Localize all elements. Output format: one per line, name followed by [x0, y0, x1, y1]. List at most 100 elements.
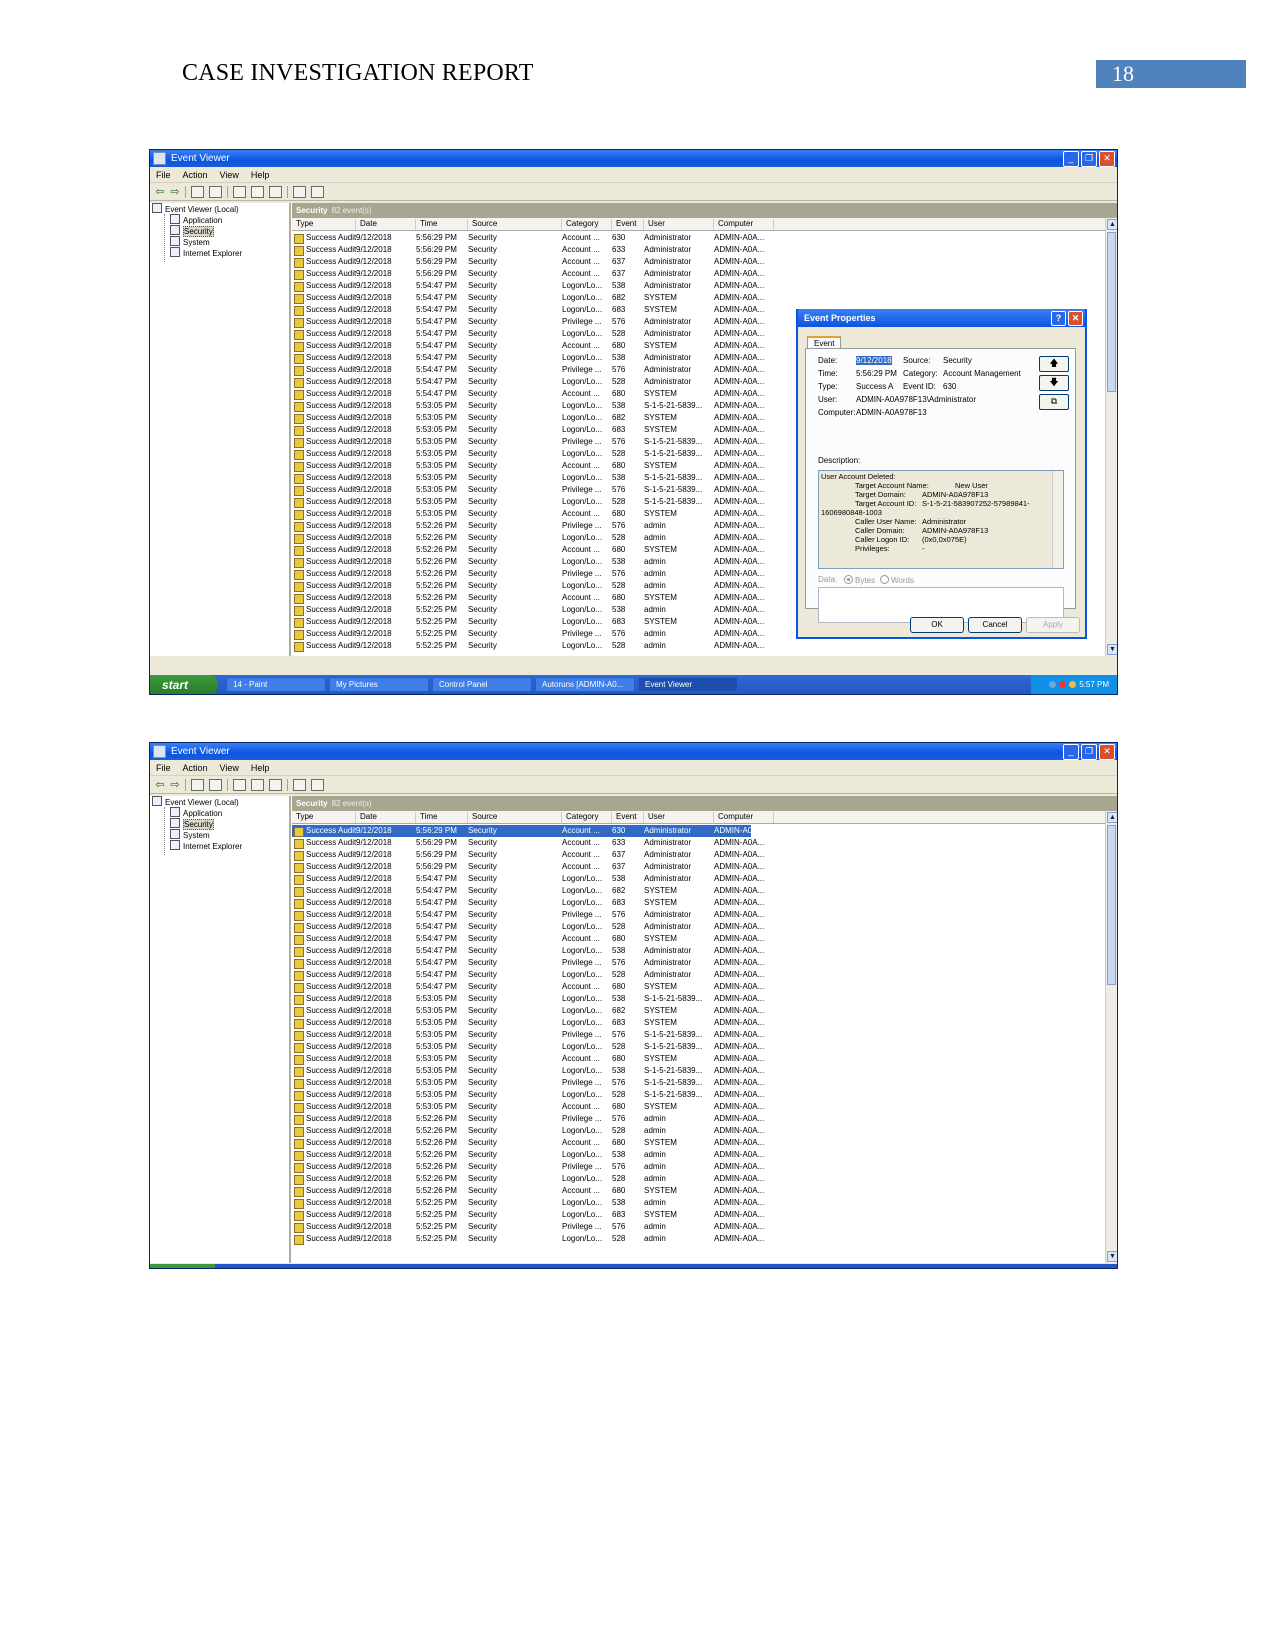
dialog-close-button[interactable]: ✕ [1068, 311, 1083, 326]
col-category[interactable]: Category [562, 219, 612, 230]
show-hide-tree-icon[interactable] [209, 185, 222, 198]
event-row[interactable]: Success Audit 9/12/2018 5:54:47 PM Security… [292, 981, 1105, 993]
event-row[interactable]: Success Audit 9/12/2018 5:52:26 PM Security… [292, 1149, 1105, 1161]
event-row[interactable]: Success Audit 9/12/2018 5:56:29 PM Security… [292, 268, 1105, 280]
dialog-titlebar[interactable]: Event Properties ? ✕ [798, 309, 1085, 327]
col-user[interactable]: User [644, 812, 714, 823]
tree-root[interactable]: Event Viewer (Local) [152, 203, 289, 214]
event-row[interactable]: Success Audit 9/12/2018 5:56:29 PM Security… [292, 825, 1105, 837]
tree-item-internet-explorer[interactable]: Internet Explorer [152, 247, 289, 258]
window-titlebar[interactable]: Event Viewer _ ❐ ✕ [150, 150, 1117, 167]
export-list-icon[interactable] [269, 185, 282, 198]
event-row[interactable]: Success Audit 9/12/2018 5:54:47 PM Security… [292, 969, 1105, 981]
tree-item-security[interactable]: Security [152, 818, 289, 830]
console-icon[interactable] [311, 778, 324, 791]
col-source[interactable]: Source [468, 219, 562, 230]
event-row[interactable]: Success Audit 9/12/2018 5:52:25 PM Security… [292, 640, 1105, 652]
col-event[interactable]: Event [612, 219, 644, 230]
menu-help[interactable]: Help [251, 170, 270, 180]
minimize-button[interactable]: _ [1063, 744, 1079, 760]
event-row[interactable]: Success Audit 9/12/2018 5:54:47 PM Security… [292, 885, 1105, 897]
menu-help[interactable]: Help [251, 763, 270, 773]
cancel-button[interactable]: Cancel [968, 617, 1022, 633]
event-row[interactable]: Success Audit 9/12/2018 5:54:47 PM Security… [292, 280, 1105, 292]
col-source[interactable]: Source [468, 812, 562, 823]
col-type[interactable]: Type [292, 812, 356, 823]
refresh-icon[interactable] [251, 778, 264, 791]
help-icon[interactable] [293, 778, 306, 791]
next-event-button[interactable]: 🡇 [1039, 375, 1069, 391]
scroll-up-icon[interactable]: ▲ [1107, 812, 1117, 823]
task-autoruns[interactable]: Autoruns [ADMIN-A0... [535, 677, 635, 692]
date-value[interactable]: 9/12/2018 [856, 356, 892, 365]
event-row[interactable]: Success Audit 9/12/2018 5:54:47 PM Security… [292, 897, 1105, 909]
refresh-icon[interactable] [251, 185, 264, 198]
ok-button[interactable]: OK [910, 617, 964, 633]
event-row[interactable]: Success Audit 9/12/2018 5:53:05 PM Security… [292, 1101, 1105, 1113]
menu-view[interactable]: View [220, 763, 239, 773]
forward-arrow-icon[interactable]: ⇨ [170, 779, 180, 790]
event-row[interactable]: Success Audit 9/12/2018 5:52:26 PM Security… [292, 1161, 1105, 1173]
help-button[interactable]: ? [1051, 311, 1066, 326]
forward-arrow-icon[interactable]: ⇨ [170, 186, 180, 197]
up-folder-icon[interactable] [191, 778, 204, 791]
tree-item-security[interactable]: Security [152, 225, 289, 237]
event-row[interactable]: Success Audit 9/12/2018 5:53:05 PM Security… [292, 1029, 1105, 1041]
previous-event-button[interactable]: 🡅 [1039, 356, 1069, 372]
close-button[interactable]: ✕ [1099, 151, 1115, 167]
show-hide-tree-icon[interactable] [209, 778, 222, 791]
event-row[interactable]: Success Audit 9/12/2018 5:52:25 PM Security… [292, 1209, 1105, 1221]
col-date[interactable]: Date [356, 219, 416, 230]
minimize-button[interactable]: _ [1063, 151, 1079, 167]
event-row[interactable]: Success Audit 9/12/2018 5:54:47 PM Security… [292, 921, 1105, 933]
task-paint[interactable]: 14 - Paint [226, 677, 326, 692]
start-button[interactable]: start [150, 675, 218, 694]
event-row[interactable]: Success Audit 9/12/2018 5:54:47 PM Security… [292, 909, 1105, 921]
task-event-viewer[interactable]: Event Viewer [638, 677, 738, 692]
scroll-thumb[interactable] [1107, 232, 1116, 392]
col-category[interactable]: Category [562, 812, 612, 823]
event-row[interactable]: Success Audit 9/12/2018 5:52:25 PM Security… [292, 1197, 1105, 1209]
close-button[interactable]: ✕ [1099, 744, 1115, 760]
tree-item-application[interactable]: Application [152, 214, 289, 225]
event-row[interactable]: Success Audit 9/12/2018 5:54:47 PM Security… [292, 945, 1105, 957]
event-row[interactable]: Success Audit 9/12/2018 5:52:26 PM Security… [292, 1137, 1105, 1149]
back-arrow-icon[interactable]: ⇦ [155, 186, 165, 197]
security-alert-icon[interactable] [1059, 681, 1067, 688]
event-row[interactable]: Success Audit 9/12/2018 5:52:26 PM Security… [292, 1173, 1105, 1185]
col-computer[interactable]: Computer [714, 812, 774, 823]
event-row[interactable]: Success Audit 9/12/2018 5:53:05 PM Security… [292, 1017, 1105, 1029]
event-row[interactable]: Success Audit 9/12/2018 5:53:05 PM Security… [292, 1089, 1105, 1101]
tree-item-internet-explorer[interactable]: Internet Explorer [152, 840, 289, 851]
help-icon[interactable] [293, 185, 306, 198]
console-icon[interactable] [311, 185, 324, 198]
menu-action[interactable]: Action [183, 763, 208, 773]
menu-action[interactable]: Action [183, 170, 208, 180]
col-user[interactable]: User [644, 219, 714, 230]
event-row[interactable]: Success Audit 9/12/2018 5:54:47 PM Security… [292, 957, 1105, 969]
volume-icon[interactable] [1069, 681, 1077, 688]
menu-file[interactable]: File [156, 763, 171, 773]
event-row[interactable]: Success Audit 9/12/2018 5:56:29 PM Security… [292, 256, 1105, 268]
col-time[interactable]: Time [416, 219, 468, 230]
event-row[interactable]: Success Audit 9/12/2018 5:52:26 PM Security… [292, 1185, 1105, 1197]
event-row[interactable]: Success Audit 9/12/2018 5:54:47 PM Security… [292, 873, 1105, 885]
scroll-up-icon[interactable]: ▲ [1107, 219, 1117, 230]
event-row[interactable]: Success Audit 9/12/2018 5:53:05 PM Security… [292, 1077, 1105, 1089]
col-time[interactable]: Time [416, 812, 468, 823]
event-row[interactable]: Success Audit 9/12/2018 5:56:29 PM Security… [292, 232, 1105, 244]
event-row[interactable]: Success Audit 9/12/2018 5:54:47 PM Security… [292, 292, 1105, 304]
event-row[interactable]: Success Audit 9/12/2018 5:56:29 PM Security… [292, 861, 1105, 873]
event-row[interactable]: Success Audit 9/12/2018 5:53:05 PM Security… [292, 1053, 1105, 1065]
col-event[interactable]: Event [612, 812, 644, 823]
description-scrollbar[interactable] [1052, 471, 1063, 568]
event-row[interactable]: Success Audit 9/12/2018 5:56:29 PM Security… [292, 244, 1105, 256]
restore-button[interactable]: ❐ [1081, 744, 1097, 760]
properties-icon[interactable] [233, 185, 246, 198]
tree-item-system[interactable]: System [152, 829, 289, 840]
bytes-radio[interactable]: Bytes [844, 575, 875, 585]
scroll-down-icon[interactable]: ▼ [1107, 644, 1117, 655]
export-list-icon[interactable] [269, 778, 282, 791]
event-row[interactable]: Success Audit 9/12/2018 5:52:25 PM Security… [292, 1233, 1105, 1245]
event-row[interactable]: Success Audit 9/12/2018 5:54:47 PM Security… [292, 933, 1105, 945]
